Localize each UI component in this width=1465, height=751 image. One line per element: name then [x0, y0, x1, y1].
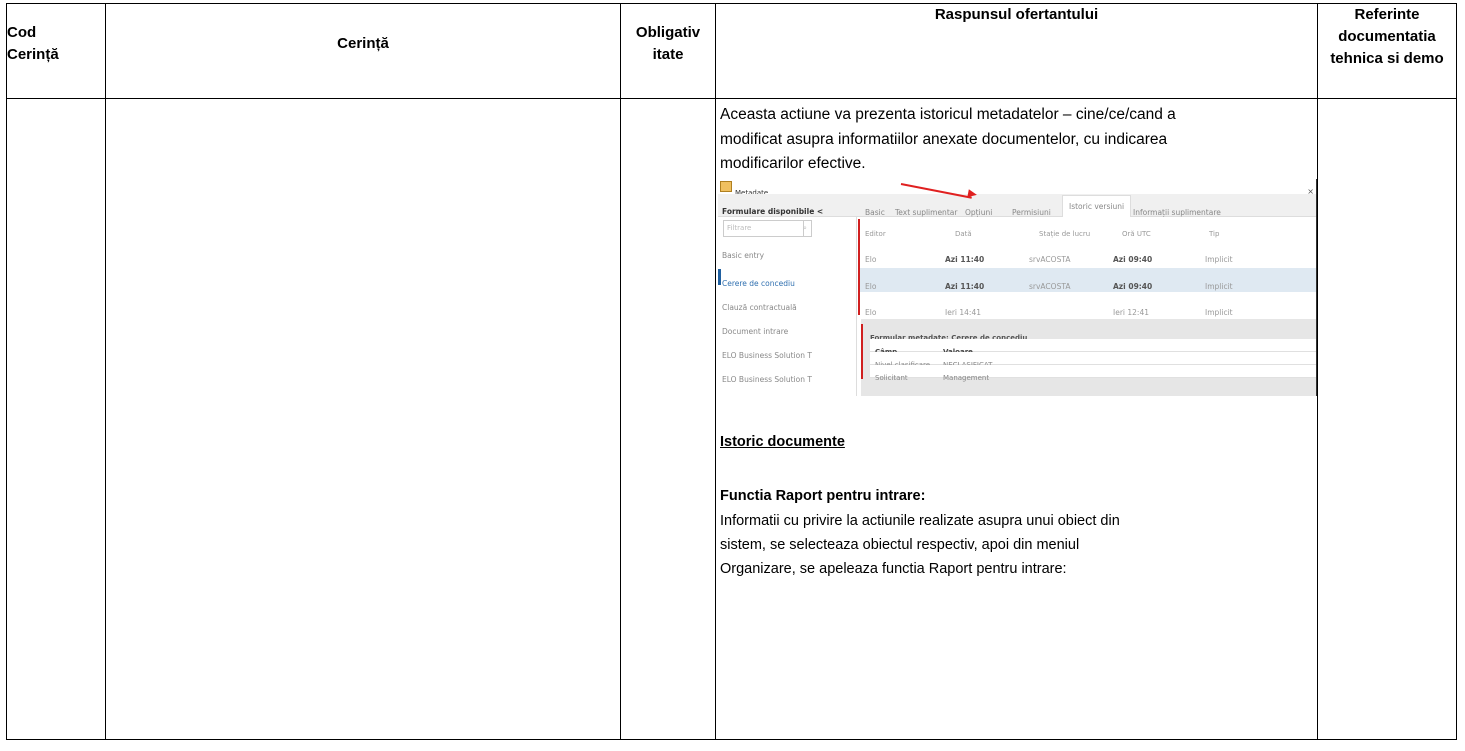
header-obligativ-line1: Obligativ [635, 24, 701, 41]
grid-cell: srvACOSTA [1029, 281, 1071, 291]
header-cod-cerinta: Cod Cerință [6, 3, 106, 99]
cell-referinte [1317, 98, 1457, 740]
header-referinte: Referinte documentatia tehnica si demo [1317, 3, 1457, 99]
dialog-titlebar [718, 178, 1316, 193]
grid-header-tip[interactable]: Tip [1209, 222, 1219, 247]
highlight-bar [858, 218, 860, 315]
meta-row [870, 351, 1316, 365]
intro-line-3: modificarilor efective. [720, 155, 866, 172]
red-arrow-head [967, 188, 978, 199]
header-raspuns: Raspunsul ofertantului [715, 3, 1318, 99]
cell-obligativitate [620, 98, 716, 740]
header-ref-line1: Referinte [1354, 6, 1420, 23]
cell-raspuns: Aceasta actiune va prezenta istoricul me… [715, 98, 1318, 740]
form-item[interactable]: Document intrare [722, 320, 788, 345]
folder-icon [720, 180, 732, 192]
header-row: Cod Cerință Cerință Obligativ itate Rasp… [6, 3, 1457, 99]
meta-cell: Management [943, 373, 990, 382]
grid-cell: Elo [865, 281, 877, 291]
grid-header-ora-utc[interactable]: Oră UTC [1122, 222, 1151, 247]
function-title: Functia Raport pentru intrare: [720, 488, 926, 504]
section-title: Istoric documente [720, 433, 845, 450]
document-page: Cod Cerință Cerință Obligativ itate Rasp… [0, 0, 1465, 751]
meta-cell: Solicitant [875, 373, 908, 382]
selected-row-highlight [858, 267, 1316, 292]
header-cerinta-label: Cerință [337, 35, 389, 52]
header-raspuns-label: Raspunsul ofertantului [934, 6, 1099, 23]
tab-istoric-versiuni[interactable]: Istoric versiuni [1062, 194, 1132, 217]
cell-cod [6, 98, 106, 740]
header-cod-line1: Cod [7, 24, 37, 41]
form-item-selected[interactable]: Cerere de concediu [722, 272, 795, 297]
header-cod-line2: Cerință [7, 46, 59, 63]
meta-row [870, 364, 1316, 378]
grid-cell: Azi 11:40 [945, 254, 985, 264]
header-ref-line3: tehnica si demo [1330, 50, 1444, 67]
grid-cell: srvACOSTA [1029, 254, 1071, 264]
header-ref-line2: documentatia [1338, 28, 1436, 45]
grid-header-data[interactable]: Dată [955, 222, 972, 247]
selected-form-marker [718, 268, 721, 285]
grid-cell: Implicit [1205, 281, 1233, 291]
body-row: Aceasta actiune va prezenta istoricul me… [6, 98, 1457, 740]
form-item[interactable]: ELO Business Solution T [722, 368, 812, 393]
paragraph-line-1: Informatii cu privire la actiunile reali… [720, 512, 1120, 529]
header-obligativ-line2: itate [652, 46, 684, 63]
meta-header-row [870, 338, 1316, 352]
grid-header-statie[interactable]: Stație de lucru [1039, 222, 1090, 247]
filter-search-icon[interactable]: ⌕ [799, 219, 812, 237]
grid-cell: Azi 09:40 [1113, 254, 1153, 264]
form-item[interactable]: Basic entry [722, 244, 764, 269]
header-cerinta: Cerință [105, 3, 621, 99]
paragraph-line-3: Organizare, se apeleaza functia Raport p… [720, 560, 1067, 577]
header-obligativitate: Obligativ itate [620, 3, 716, 99]
intro-line-1: Aceasta actiune va prezenta istoricul me… [720, 106, 1176, 123]
paragraph-line-2: sistem, se selecteaza obiectul respectiv… [720, 536, 1080, 553]
grid-header-editor[interactable]: Editor [865, 222, 886, 247]
grid-cell: Azi 11:40 [945, 281, 985, 291]
grid-cell: Elo [865, 254, 877, 264]
form-item[interactable]: Clauză contractuală [722, 296, 797, 321]
form-item[interactable]: ELO Business Solution T [722, 344, 812, 369]
filter-input[interactable]: Filtrare [723, 219, 804, 237]
intro-line-2: modificat asupra informatiilor anexate d… [720, 130, 1168, 148]
requirements-table: Cod Cerință Cerință Obligativ itate Rasp… [6, 3, 1457, 740]
metadata-dialog-screenshot: Metadate × Formulare disponibile < Basic… [718, 178, 1317, 396]
highlight-bar [861, 323, 863, 379]
grid-cell: Implicit [1205, 254, 1233, 264]
cell-cerinta [105, 98, 621, 740]
grid-cell: Azi 09:40 [1113, 281, 1153, 291]
